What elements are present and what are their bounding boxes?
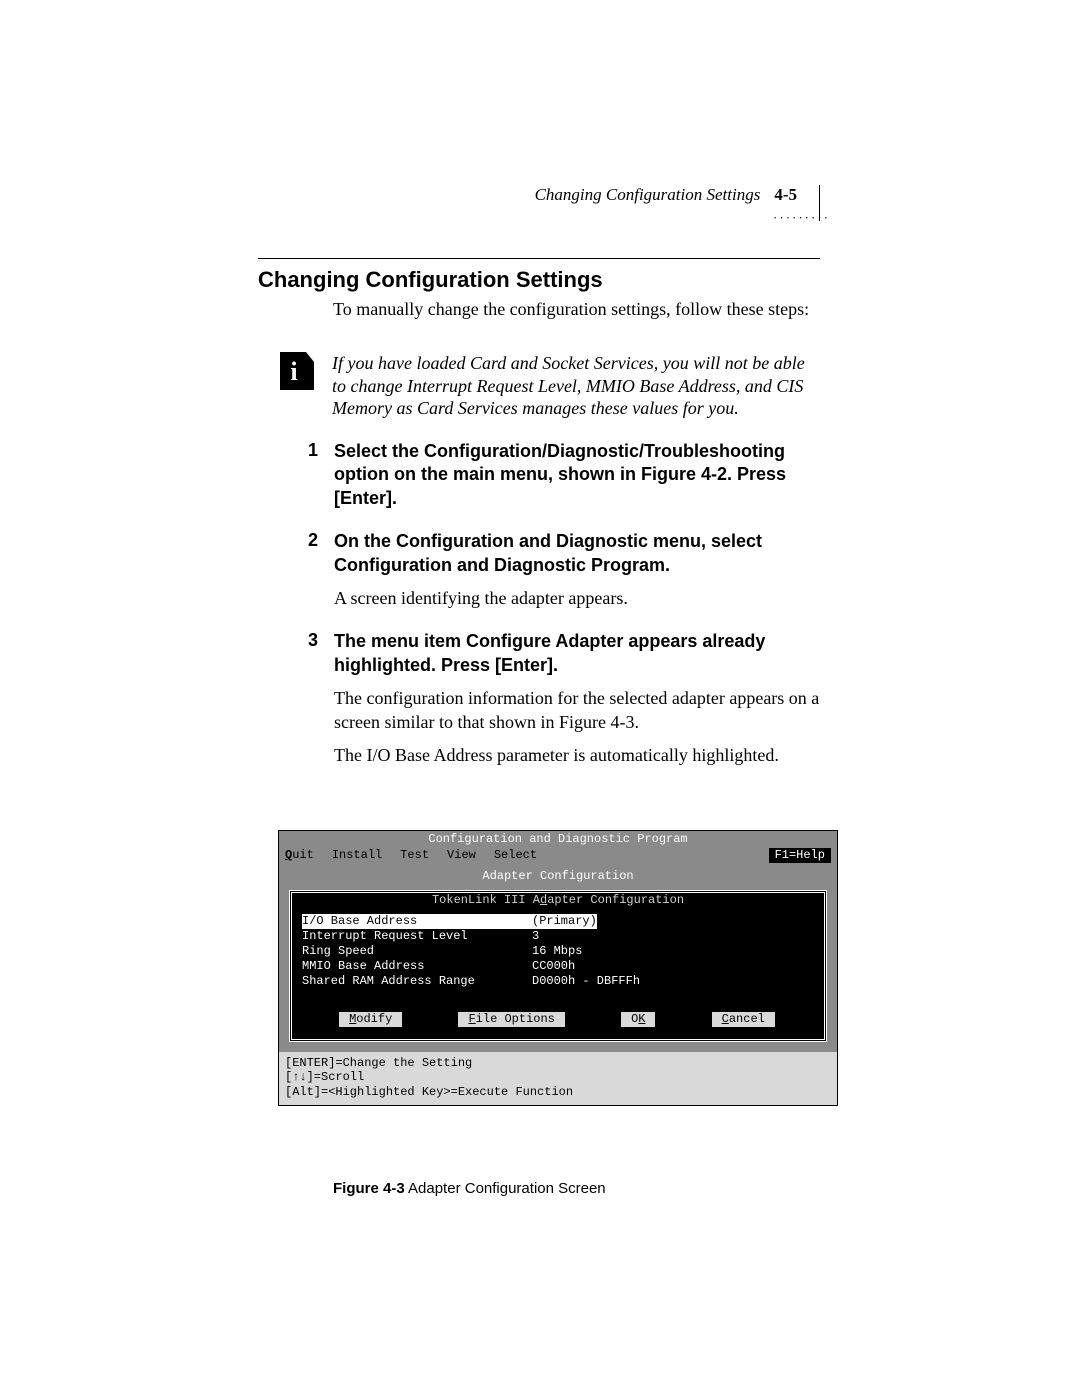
terminal-footer: [ENTER]=Change the Setting [↑↓]=Scroll [… (279, 1052, 837, 1105)
step-paragraph: The configuration information for the se… (334, 687, 820, 734)
note-text: If you have loaded Card and Socket Servi… (332, 352, 820, 420)
config-row-selected[interactable]: I/O Base Address(Primary) (302, 914, 814, 929)
terminal-inner-title: TokenLink III Adapter Configuration (302, 893, 814, 908)
config-key: Shared RAM Address Range (302, 974, 532, 989)
running-head-title: Changing Configuration Settings (535, 185, 761, 205)
step-paragraph: The I/O Base Address parameter is automa… (334, 744, 820, 767)
step-number: 2 (300, 530, 318, 610)
figure-caption: Figure 4-3 Adapter Configuration Screen (333, 1180, 606, 1197)
menu-view[interactable]: View (447, 848, 476, 863)
terminal-window: Configuration and Diagnostic Program Qui… (278, 830, 838, 1106)
config-value: CC000h (532, 959, 575, 974)
config-key: Interrupt Request Level (302, 929, 532, 944)
menu-test[interactable]: Test (400, 848, 429, 863)
section-title: Changing Configuration Settings (258, 267, 603, 293)
step-bold: On the Configuration and Diagnostic menu… (334, 531, 762, 574)
config-value: 16 Mbps (532, 944, 582, 959)
inner-title-post: apter Configuration (547, 893, 684, 907)
menu-select[interactable]: Select (494, 848, 537, 863)
terminal-button-row: Modify File Options OK Cancel (292, 1012, 824, 1029)
step-number: 3 (300, 630, 318, 767)
figure-label: Figure 4-3 (333, 1180, 405, 1197)
menu-quit-rest: uit (292, 848, 314, 862)
terminal-menubar: Quit Install Test View Select F1=Help (279, 848, 837, 863)
config-row[interactable]: Shared RAM Address RangeD0000h - DBFFFh (302, 974, 814, 989)
config-key: Ring Speed (302, 944, 532, 959)
step-1: 1 Select the Configuration/Diagnostic/Tr… (300, 440, 820, 510)
footer-line: [Alt]=<Highlighted Key>=Execute Function (285, 1085, 831, 1099)
svg-text:i: i (290, 357, 297, 386)
terminal-subtitle: Adapter Configuration (279, 869, 837, 884)
file-options-button[interactable]: File Options (458, 1012, 566, 1029)
config-value: 3 (532, 929, 539, 944)
config-row[interactable]: MMIO Base AddressCC000h (302, 959, 814, 974)
config-key: I/O Base Address (302, 914, 532, 929)
config-row[interactable]: Ring Speed16 Mbps (302, 944, 814, 959)
info-icon: i (280, 352, 314, 390)
step-bold: The menu item Configure Adapter appears … (334, 631, 765, 674)
terminal-title: Configuration and Diagnostic Program (279, 831, 837, 848)
inner-title-pre: TokenLink III A (432, 893, 540, 907)
terminal-figure: Configuration and Diagnostic Program Qui… (278, 830, 836, 1106)
footer-line: [↑↓]=Scroll (285, 1070, 831, 1084)
step-paragraph: A screen identifying the adapter appears… (334, 587, 820, 610)
config-row[interactable]: Interrupt Request Level3 (302, 929, 814, 944)
step-bold: Select the Configuration/Diagnostic/Trou… (334, 441, 786, 508)
steps-list: 1 Select the Configuration/Diagnostic/Tr… (300, 440, 820, 787)
cancel-button[interactable]: Cancel (712, 1012, 777, 1029)
page: Changing Configuration Settings 4-5 ····… (0, 0, 1080, 1397)
note-block: i If you have loaded Card and Socket Ser… (280, 352, 820, 420)
menu-quit[interactable]: Quit (285, 848, 314, 863)
config-key: MMIO Base Address (302, 959, 532, 974)
ok-button[interactable]: OK (621, 1012, 657, 1029)
section-rule (258, 258, 820, 259)
dots-decoration: ········· (773, 210, 830, 226)
step-3: 3 The menu item Configure Adapter appear… (300, 630, 820, 767)
footer-line: [ENTER]=Change the Setting (285, 1056, 831, 1070)
config-value: (Primary) (532, 914, 597, 929)
figure-text: Adapter Configuration Screen (405, 1180, 606, 1197)
menu-install[interactable]: Install (332, 848, 382, 863)
terminal-inner-box: TokenLink III Adapter Configuration I/O … (289, 890, 827, 1042)
modify-button[interactable]: Modify (339, 1012, 404, 1029)
running-head-page: 4-5 (774, 185, 803, 205)
step-number: 1 (300, 440, 318, 510)
menu-help[interactable]: F1=Help (769, 848, 831, 863)
config-value: D0000h - DBFFFh (532, 974, 640, 989)
intro-paragraph: To manually change the configuration set… (333, 298, 820, 321)
step-2: 2 On the Configuration and Diagnostic me… (300, 530, 820, 610)
